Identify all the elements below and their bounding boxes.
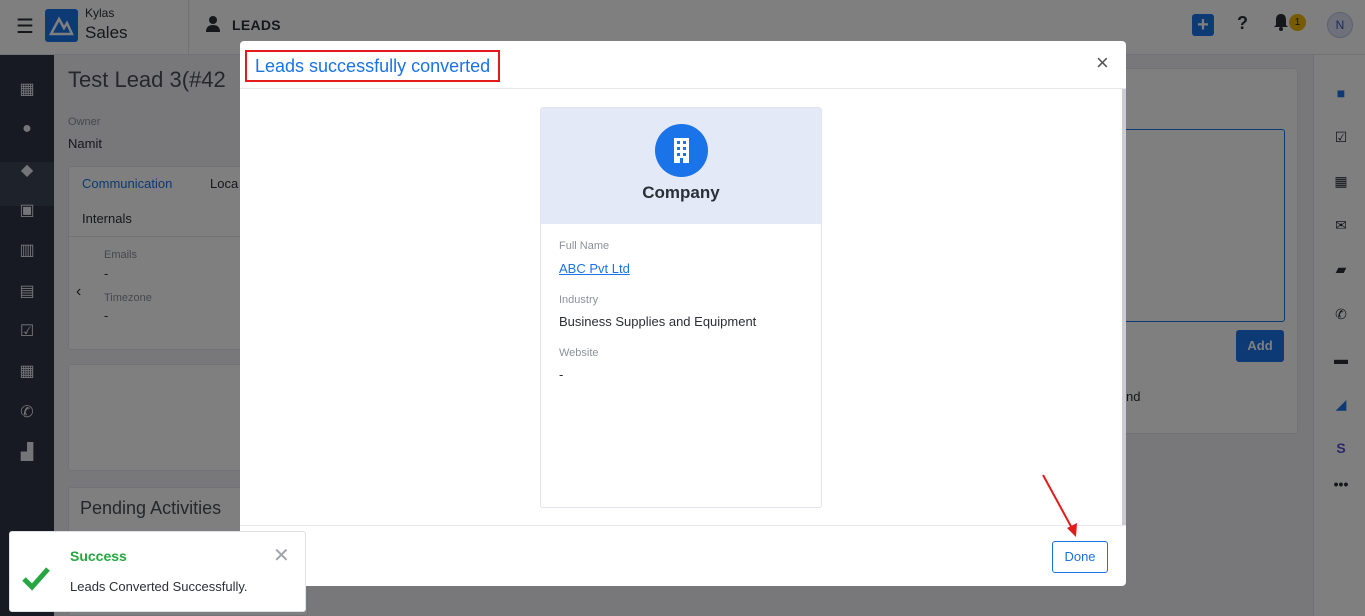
annotation-arrow <box>1042 474 1077 537</box>
success-toast: Success Leads Converted Successfully. ✕ <box>9 531 306 612</box>
toast-close-icon[interactable]: ✕ <box>273 543 290 568</box>
company-name-link[interactable]: ABC Pvt Ltd <box>559 261 630 276</box>
website-label: Website <box>559 347 599 359</box>
done-button[interactable]: Done <box>1052 541 1108 573</box>
company-card: Company Full Name ABC Pvt Ltd Industry B… <box>540 107 822 508</box>
building-icon <box>655 124 708 177</box>
conversion-modal: Leads successfully converted × Company F… <box>240 41 1126 586</box>
toast-message: Leads Converted Successfully. <box>70 579 248 594</box>
modal-title: Leads successfully converted <box>245 50 501 82</box>
modal-footer: Done <box>240 525 1126 586</box>
industry-value: Business Supplies and Equipment <box>559 314 757 329</box>
modal-scrollbar[interactable] <box>1122 89 1126 525</box>
company-card-header: Company <box>541 108 821 224</box>
checkmark-icon <box>21 563 51 593</box>
entity-title: Company <box>642 183 720 202</box>
close-icon[interactable]: × <box>1096 52 1109 74</box>
industry-label: Industry <box>559 294 599 306</box>
website-value: - <box>559 367 564 382</box>
modal-header: Leads successfully converted × <box>240 41 1126 89</box>
full-name-label: Full Name <box>559 240 610 252</box>
toast-title: Success <box>70 548 127 564</box>
